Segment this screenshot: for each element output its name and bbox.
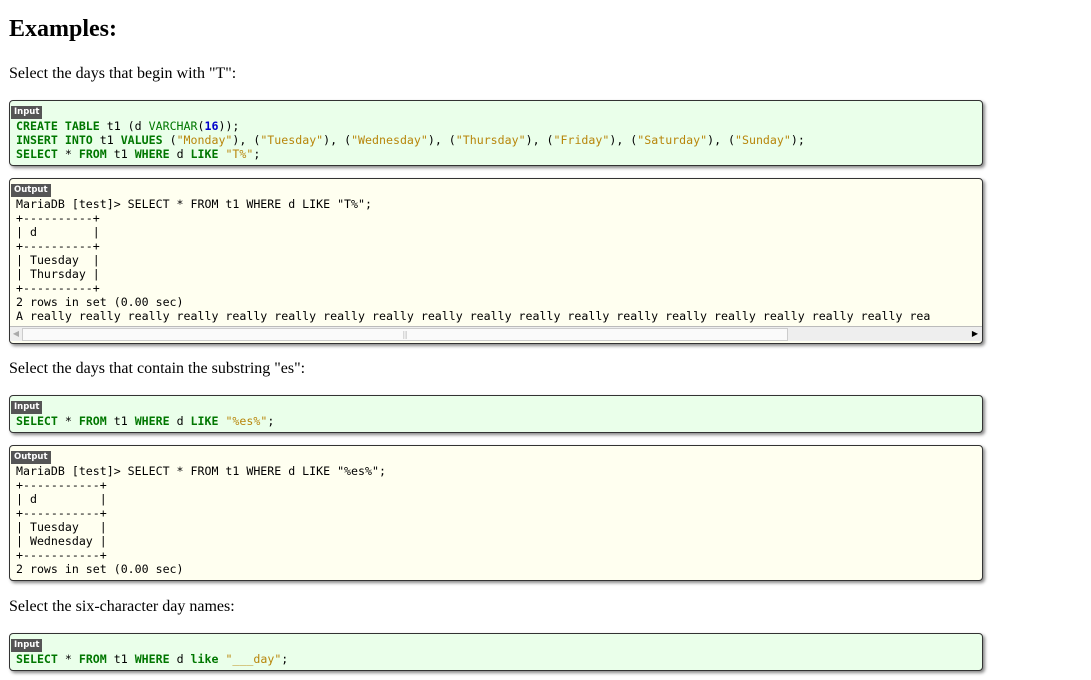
sql-text: ; <box>253 147 261 161</box>
sql-text: ), ( <box>323 133 352 147</box>
sql-string: "Friday" <box>553 133 610 147</box>
output-text[interactable]: MariaDB [test]> SELECT * FROM t1 WHERE d… <box>10 197 982 323</box>
sql-keyword: SELECT <box>16 652 58 666</box>
sql-text: ; <box>281 652 289 666</box>
sql-text: * <box>57 652 79 666</box>
sql-keyword: SELECT <box>16 147 58 161</box>
description: Select the days that contain the substri… <box>9 360 306 377</box>
sql-string: "Monday" <box>176 133 233 147</box>
sql-keyword: LIKE <box>190 414 219 428</box>
sql-text: ), ( <box>707 133 736 147</box>
sql-text: ), ( <box>525 133 554 147</box>
sql-string: "Tuesday" <box>260 133 324 147</box>
sql-text: ), ( <box>609 133 638 147</box>
input-label: Input <box>11 106 43 119</box>
sql-text: ( <box>162 133 177 147</box>
sql-keyword: FROM <box>78 652 107 666</box>
sql-string: "Wednesday" <box>351 133 428 147</box>
sql-text: d <box>169 147 191 161</box>
sql-keyword: WHERE <box>134 147 170 161</box>
section-heading: Examples: <box>9 16 117 42</box>
sql-string: "%es%" <box>225 414 268 428</box>
sql-text: ; <box>267 414 275 428</box>
code[interactable]: CREATE TABLE t1 (d VARCHAR(16)); INSERT … <box>10 119 982 161</box>
sql-keyword: CREATE TABLE <box>16 119 100 133</box>
scroll-left-arrow-icon[interactable]: ◀ <box>11 327 21 341</box>
sql-keyword: SELECT <box>16 414 58 428</box>
scrollbar-thumb[interactable]: ||| <box>22 328 788 341</box>
sql-keyword: FROM <box>78 414 107 428</box>
sql-keyword: INSERT INTO <box>16 133 93 147</box>
sql-text: * <box>57 147 79 161</box>
sql-text: ( <box>197 119 205 133</box>
input-label: Input <box>11 639 43 652</box>
sql-text: * <box>57 414 79 428</box>
description: Select the six-character day names: <box>9 598 235 615</box>
sql-keyword: FROM <box>78 147 107 161</box>
sql-text: t1 (d <box>99 119 149 133</box>
sql-string: "Thursday" <box>455 133 526 147</box>
sql-string: "T%" <box>225 147 254 161</box>
output-label: Output <box>11 451 51 464</box>
output-label: Output <box>11 184 51 197</box>
output-text[interactable]: MariaDB [test]> SELECT * FROM t1 WHERE d… <box>10 464 982 576</box>
sql-text: d <box>169 414 191 428</box>
description: Select the days that begin with "T": <box>9 65 237 82</box>
horizontal-scrollbar[interactable]: ◀ ||| ▶ <box>10 326 982 341</box>
sql-text: ), ( <box>232 133 261 147</box>
sql-keyword: like <box>190 652 219 666</box>
sql-type: VARCHAR <box>148 119 198 133</box>
input-code-block: Input CREATE TABLE t1 (d VARCHAR(16)); I… <box>9 100 983 166</box>
input-code-block: Input SELECT * FROM t1 WHERE d LIKE "%es… <box>9 395 983 433</box>
sql-text: ); <box>790 133 805 147</box>
code[interactable]: SELECT * FROM t1 WHERE d LIKE "%es%"; <box>10 414 982 428</box>
sql-text: ), ( <box>427 133 456 147</box>
output-code-block: Output MariaDB [test]> SELECT * FROM t1 … <box>9 445 983 581</box>
sql-text: t1 <box>106 652 135 666</box>
output-code-block: Output MariaDB [test]> SELECT * FROM t1 … <box>9 178 983 344</box>
sql-keyword: WHERE <box>134 414 170 428</box>
sql-text: t1 <box>92 133 121 147</box>
sql-text: t1 <box>106 414 135 428</box>
sql-text: d <box>169 652 191 666</box>
input-label: Input <box>11 401 43 414</box>
scroll-right-arrow-icon[interactable]: ▶ <box>970 327 980 341</box>
sql-string: "Sunday" <box>735 133 791 147</box>
code[interactable]: SELECT * FROM t1 WHERE d like "___day"; <box>10 652 982 666</box>
sql-keyword: WHERE <box>134 652 170 666</box>
sql-text: t1 <box>106 147 135 161</box>
sql-text: )); <box>218 119 240 133</box>
input-code-block: Input SELECT * FROM t1 WHERE d like "___… <box>9 633 983 671</box>
sql-keyword: LIKE <box>190 147 219 161</box>
sql-string: "Saturday" <box>637 133 708 147</box>
sql-number: 16 <box>204 119 219 133</box>
sql-keyword: VALUES <box>120 133 163 147</box>
sql-string: "___day" <box>225 652 282 666</box>
